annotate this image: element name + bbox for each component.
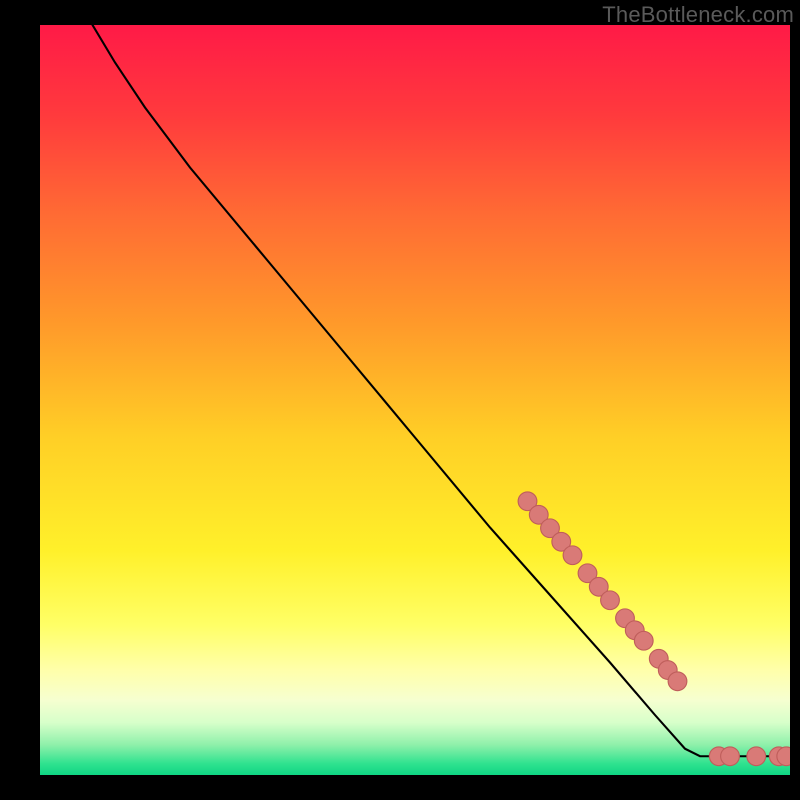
data-marker	[563, 546, 582, 565]
watermark-label: TheBottleneck.com	[602, 2, 794, 28]
data-marker	[747, 747, 766, 766]
plot-area	[40, 25, 790, 775]
chart-frame: TheBottleneck.com	[0, 0, 800, 800]
data-marker	[601, 591, 620, 610]
data-marker	[634, 631, 653, 650]
gradient-background	[40, 25, 790, 775]
plot-svg	[40, 25, 790, 775]
data-marker	[668, 672, 687, 691]
data-marker	[721, 747, 740, 766]
data-marker	[777, 747, 790, 766]
